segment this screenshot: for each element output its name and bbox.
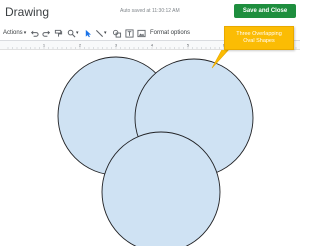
ruler-tick-label: 4 — [151, 43, 154, 48]
undo-icon[interactable] — [30, 26, 39, 40]
ruler-tick-label: 2 — [79, 43, 82, 48]
zoom-chevron-icon: ▾ — [76, 30, 79, 36]
drawing-canvas[interactable] — [0, 50, 300, 246]
image-icon[interactable] — [137, 26, 146, 40]
ruler-tick-label: 3 — [115, 43, 118, 48]
shape-icon[interactable] — [112, 26, 122, 40]
annotation-line-1: Three Overlapping — [236, 31, 282, 37]
annotation-callout: Three Overlapping Oval Shapes — [224, 26, 294, 50]
actions-menu-label: Actions — [3, 30, 23, 36]
chevron-down-icon: ▾ — [23, 30, 27, 36]
ruler-tick-label: 1 — [43, 43, 46, 48]
annotation-line-2: Oval Shapes — [243, 38, 275, 44]
ruler-tick-label: 5 — [187, 43, 190, 48]
paint-format-icon[interactable] — [54, 26, 63, 40]
format-options-button[interactable]: Format options — [150, 26, 190, 40]
textbox-icon[interactable] — [125, 26, 134, 40]
redo-icon[interactable] — [42, 26, 51, 40]
autosave-status: Auto saved at 11:30:12 AM — [120, 8, 180, 14]
save-and-close-button[interactable]: Save and Close — [234, 4, 296, 18]
select-icon[interactable] — [84, 26, 93, 40]
line-icon[interactable]: ▾ — [95, 26, 107, 40]
zoom-icon[interactable]: ▾ — [67, 26, 79, 40]
title-bar: Drawing Auto saved at 11:30:12 AM Save a… — [0, 0, 300, 24]
actions-menu[interactable]: Actions ▾ — [3, 26, 26, 40]
oval-shape-bottom[interactable] — [101, 131, 221, 246]
line-chevron-icon: ▾ — [104, 30, 107, 36]
app-title: Drawing — [5, 5, 50, 19]
